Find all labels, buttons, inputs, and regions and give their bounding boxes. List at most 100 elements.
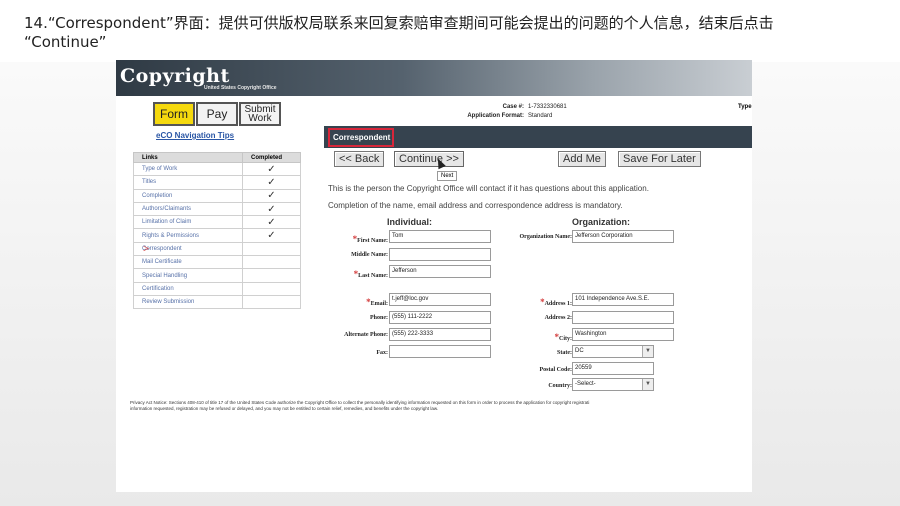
address-2-field[interactable] <box>572 311 674 324</box>
individual-heading: Individual: <box>387 217 432 227</box>
completed-column-header: Completed <box>242 152 301 163</box>
check-icon: ✓ <box>242 161 301 177</box>
postal-code-label: Postal Code: <box>539 367 573 373</box>
next-tooltip: Next <box>437 171 458 181</box>
last-name-label: *Last Name: <box>298 269 388 279</box>
caption-line-2: “Continue” <box>24 33 107 51</box>
info-line-2: Completion of the name, email address an… <box>328 201 623 210</box>
city-field[interactable]: Washington <box>572 328 674 341</box>
logo-subtext: United States Copyright Office <box>204 85 277 91</box>
address-1-field[interactable]: 101 Independence Ave.S.E. <box>572 293 674 306</box>
link-mail-certificate[interactable]: Mail Certificate <box>133 255 243 270</box>
add-me-button[interactable]: Add Me <box>558 151 606 167</box>
email-field[interactable]: t.jeff@loc.gov <box>389 293 491 306</box>
link-completion[interactable]: Completion <box>133 188 243 203</box>
copyright-banner: Copyright United States Copyright Office <box>116 60 752 96</box>
privacy-act-notice: Privacy Act Notice: Sections 408-410 of … <box>130 400 750 412</box>
completed-cell <box>242 255 301 270</box>
table-row: Mail Certificate <box>133 255 301 270</box>
save-for-later-button[interactable]: Save For Later <box>618 151 701 167</box>
city-label: *City: <box>480 332 573 342</box>
completed-cell <box>242 294 301 310</box>
link-authors-claimants[interactable]: Authors/Claimants <box>133 201 243 217</box>
section-title: Correspondent <box>328 128 394 147</box>
caption-line-1: 14.“Correspondent”界面：提供可供版权局联系来回复索赔审查期间可… <box>24 14 774 32</box>
case-number-label: Case #: <box>502 104 524 110</box>
email-label: *Email: <box>298 297 388 307</box>
state-select[interactable]: DC ▼ <box>572 345 654 358</box>
current-step-arrow-icon: > <box>143 243 150 255</box>
table-row: Review Submission <box>133 294 301 310</box>
links-column-header: Links <box>133 152 243 163</box>
pay-tab-button[interactable]: Pay <box>196 102 238 126</box>
phone-label: Phone: <box>370 315 388 321</box>
link-correspondent[interactable]: Correspondent <box>133 241 243 257</box>
middle-name-label: Middle Name: <box>351 252 388 258</box>
application-format-value: Standard <box>528 113 553 119</box>
links-table: Links Completed Type of Work ✓ Titles ✓ Co… <box>133 152 301 310</box>
last-name-field[interactable]: Jefferson <box>389 265 491 278</box>
address-2-label: Address 2: <box>544 315 572 321</box>
completed-cell <box>242 268 301 283</box>
check-icon: ✓ <box>242 215 301 230</box>
organization-name-field[interactable]: Jefferson Corporation <box>572 230 674 243</box>
middle-name-field[interactable] <box>389 248 491 261</box>
first-name-field[interactable]: Tom <box>389 230 491 243</box>
link-titles[interactable]: Titles <box>133 175 243 190</box>
email-label-text: Email: <box>370 301 388 307</box>
link-type-of-work[interactable]: Type of Work <box>133 161 243 177</box>
submit-work-tab-button[interactable]: Submit Work <box>239 102 281 126</box>
completed-cell <box>242 281 301 296</box>
table-row: Authors/Claimants ✓ <box>133 201 301 217</box>
type-label: Type <box>738 104 752 110</box>
alternate-phone-field[interactable]: (555) 222-3333 <box>389 328 491 341</box>
check-icon: ✓ <box>242 175 301 190</box>
table-row: Special Handling <box>133 268 301 283</box>
phone-field[interactable]: (555) 111-2222 <box>389 311 491 324</box>
case-number-value: 1-7332330681 <box>528 104 567 110</box>
table-row: Rights & Permissions ✓ <box>133 228 301 243</box>
state-label: State: <box>557 350 572 356</box>
check-icon: ✓ <box>242 201 301 217</box>
application-format-label: Application Format: <box>467 113 524 119</box>
privacy-line-2: information requested, registration may … <box>130 406 439 411</box>
table-row: Completion ✓ <box>133 188 301 203</box>
country-label: Country: <box>548 383 572 389</box>
city-label-text: City: <box>559 336 572 342</box>
fax-label: Fax: <box>376 350 388 356</box>
case-info: Case #: 1-7332330681 Application Format: S… <box>416 104 567 122</box>
continue-button[interactable]: Continue >> <box>394 151 464 167</box>
form-tab-button[interactable]: Form <box>153 102 195 126</box>
first-name-label-text: First Name: <box>357 238 388 244</box>
link-review-submission[interactable]: Review Submission <box>133 294 243 310</box>
first-name-label: *First Name: <box>298 234 388 244</box>
link-certification[interactable]: Certification <box>133 281 243 296</box>
fax-field[interactable] <box>389 345 491 358</box>
link-special-handling[interactable]: Special Handling <box>133 268 243 283</box>
check-icon: ✓ <box>242 188 301 203</box>
back-button[interactable]: << Back <box>334 151 385 167</box>
table-row: Correspondent <box>133 241 301 257</box>
navigation-tips-link[interactable]: eCO Navigation Tips <box>156 131 234 140</box>
postal-code-field[interactable]: 20559 <box>572 362 654 375</box>
table-row: Titles ✓ <box>133 175 301 190</box>
check-icon: ✓ <box>242 228 301 243</box>
table-row: Type of Work ✓ <box>133 161 301 177</box>
address-1-label-text: Address 1: <box>544 301 572 307</box>
copyright-app-window: Copyright United States Copyright Office… <box>116 60 752 492</box>
address-1-label: *Address 1: <box>480 297 572 307</box>
links-table-header: Links Completed <box>133 152 301 163</box>
link-limitation-of-claim[interactable]: Limitation of Claim <box>133 215 243 230</box>
completed-cell <box>242 241 301 257</box>
organization-name-label: Organization Name: <box>519 234 573 240</box>
link-rights-permissions[interactable]: Rights & Permissions <box>133 228 243 243</box>
table-row: Certification <box>133 281 301 296</box>
organization-heading: Organization: <box>572 217 630 227</box>
country-select[interactable]: -Select- ▼ <box>572 378 654 391</box>
last-name-label-text: Last Name: <box>358 273 388 279</box>
chevron-down-icon: ▼ <box>642 346 653 357</box>
alternate-phone-label: Alternate Phone: <box>344 332 388 338</box>
chevron-down-icon: ▼ <box>642 379 653 390</box>
country-select-value: -Select- <box>575 381 596 387</box>
table-row: Limitation of Claim ✓ <box>133 215 301 230</box>
